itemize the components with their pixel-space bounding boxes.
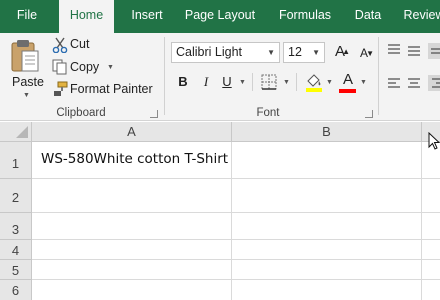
cell-a2[interactable]: [32, 179, 232, 213]
cell-a6[interactable]: [32, 280, 232, 300]
font-name-value: Calibri Light: [176, 45, 243, 59]
borders-dropdown-arrow[interactable]: ▼: [283, 79, 290, 86]
grow-font-button[interactable]: A ▲: [330, 42, 350, 62]
row-header-4[interactable]: 4: [0, 240, 32, 260]
align-icon[interactable]: [384, 41, 440, 93]
font-color-icon: A: [342, 71, 353, 88]
row-header-2[interactable]: 2: [0, 179, 32, 213]
cell-b4[interactable]: [232, 240, 422, 260]
underline-dropdown-arrow[interactable]: ▼: [239, 79, 246, 86]
borders-icon[interactable]: [261, 74, 277, 90]
cell-c6[interactable]: [422, 280, 440, 300]
copy-dropdown-arrow[interactable]: ▼: [107, 64, 114, 71]
tab-formulas[interactable]: Formulas: [272, 0, 338, 33]
format-painter-button[interactable]: Format Painter: [70, 82, 153, 96]
cell-c3[interactable]: [422, 213, 440, 240]
tab-review[interactable]: Review: [398, 0, 440, 33]
group-separator: [378, 37, 379, 115]
ribbon: Paste ▼ Cut Copy ▼ Format Painter Clipbo…: [0, 33, 440, 121]
font-dialog-launcher[interactable]: [365, 110, 373, 118]
tab-insert[interactable]: Insert: [124, 0, 170, 33]
cell-b6[interactable]: [232, 280, 422, 300]
paste-icon: [11, 40, 39, 72]
paste-dropdown-arrow[interactable]: ▼: [23, 92, 30, 99]
cut-icon: [52, 37, 68, 53]
select-all-corner[interactable]: [0, 122, 32, 142]
copy-button[interactable]: Copy: [70, 60, 99, 74]
cell-a4[interactable]: [32, 240, 232, 260]
cell-a1-text: WS-580White cotton T-Shirt: [41, 151, 229, 167]
font-color-swatch: [339, 89, 356, 93]
corner-triangle-icon: [16, 126, 28, 138]
font-color-dropdown-arrow[interactable]: ▼: [360, 79, 367, 86]
ribbon-tabs: File Home Insert Page Layout Formulas Da…: [0, 0, 440, 33]
paste-button[interactable]: Paste ▼: [6, 37, 44, 103]
cell-c2[interactable]: [422, 179, 440, 213]
row-header-5[interactable]: 5: [0, 260, 32, 280]
button-separator: [296, 73, 297, 91]
tab-home[interactable]: Home: [59, 0, 114, 33]
font-name-combo[interactable]: Calibri Light ▼: [171, 42, 280, 63]
chevron-down-icon: ▼: [267, 48, 275, 57]
group-separator: [164, 37, 165, 115]
italic-button[interactable]: I: [196, 72, 216, 92]
tab-page-layout[interactable]: Page Layout: [180, 0, 260, 33]
tab-file[interactable]: File: [6, 0, 48, 33]
cell-b3[interactable]: [232, 213, 422, 240]
fill-color-dropdown-arrow[interactable]: ▼: [326, 79, 333, 86]
font-group-label: Font: [256, 107, 280, 119]
font-color-button[interactable]: A: [338, 70, 358, 90]
copy-icon: [52, 59, 67, 75]
tab-data[interactable]: Data: [348, 0, 388, 33]
font-size-value: 12: [288, 45, 302, 59]
cell-b5[interactable]: [232, 260, 422, 280]
row-header-6[interactable]: 6: [0, 280, 32, 300]
row-header-1[interactable]: 1: [0, 142, 32, 179]
cell-b1[interactable]: [232, 142, 422, 179]
column-header-a[interactable]: A: [32, 122, 232, 142]
underline-button[interactable]: U: [217, 72, 237, 92]
row-header-3[interactable]: 3: [0, 213, 32, 240]
shrink-font-button[interactable]: A ▼: [354, 43, 374, 63]
cell-c4[interactable]: [422, 240, 440, 260]
cell-a5[interactable]: [32, 260, 232, 280]
bold-button[interactable]: B: [173, 72, 193, 92]
cell-b2[interactable]: [232, 179, 422, 213]
cell-c5[interactable]: [422, 260, 440, 280]
column-header-b[interactable]: B: [232, 122, 422, 142]
font-size-combo[interactable]: 12 ▼: [283, 42, 325, 63]
format-painter-icon: [54, 81, 68, 96]
mouse-cursor-icon: [428, 132, 440, 150]
button-separator: [252, 73, 253, 91]
cut-button[interactable]: Cut: [70, 37, 89, 51]
cell-a3[interactable]: [32, 213, 232, 240]
clipboard-group-label: Clipboard: [56, 107, 106, 119]
fill-color-icon[interactable]: [304, 72, 324, 92]
chevron-down-icon: ▼: [312, 48, 320, 57]
clipboard-dialog-launcher[interactable]: [150, 110, 158, 118]
paste-label: Paste: [12, 75, 44, 89]
